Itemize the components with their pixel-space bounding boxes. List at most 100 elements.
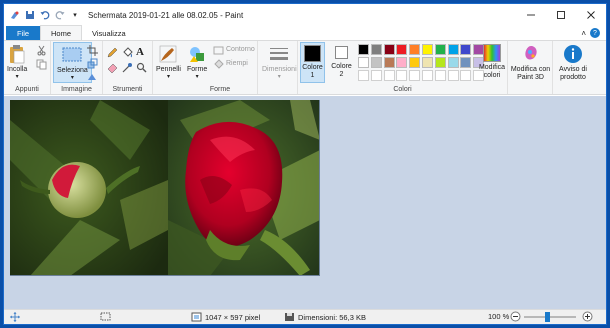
tab-view[interactable]: Visualizza [82,26,136,40]
palette-swatch[interactable] [396,44,408,55]
zoom-slider-thumb[interactable] [544,312,550,322]
color-spectrum-icon [483,44,501,62]
canvas-image[interactable] [10,100,320,276]
palette-swatch[interactable] [370,57,382,68]
size-button[interactable]: Dimensioni ▾ [262,44,297,80]
paint3d-icon [521,44,541,64]
help-icon[interactable]: ? [590,28,600,38]
shapes-group-label: Forme [209,86,231,93]
palette-swatch[interactable] [370,44,382,55]
tab-home[interactable]: Home [40,25,83,40]
window-title: Schermata 2019-01-21 alle 08.02.05 - Pai… [88,10,244,20]
custom-color-slot[interactable] [422,70,433,81]
color1-button[interactable]: Colore 1 [300,42,325,83]
edit-colors-button[interactable]: Modifica colori [478,44,506,80]
close-button[interactable] [576,4,606,26]
brushes-dropdown-icon: ▾ [166,74,170,80]
shapes-icon [187,44,207,64]
info-icon [563,44,583,64]
outline-label[interactable]: Contorno [226,46,255,53]
color1-swatch [304,45,321,62]
palette-swatch[interactable] [460,57,472,68]
custom-color-slot[interactable] [358,70,369,81]
save-icon[interactable] [25,10,35,20]
group-image: Seleziona ▾ Immagine [51,41,103,94]
palette-swatch[interactable] [358,44,369,55]
shapes-label: Forme [187,66,208,73]
colors-group-label: Colori [393,86,412,93]
title-bar: ▾ Schermata 2019-01-21 alle 08.02.05 - P… [4,4,606,26]
palette-swatch[interactable] [358,57,369,68]
custom-color-slot[interactable] [370,70,382,81]
brush-icon [158,44,178,64]
customize-toolbar-icon[interactable]: ▾ [70,10,80,20]
select-label: Seleziona [57,67,88,74]
palette-swatch[interactable] [396,57,408,68]
palette-swatch[interactable] [434,57,446,68]
brushes-button[interactable]: Pennelli ▾ [156,44,181,80]
product-alert-button[interactable]: Avviso di prodotto [554,44,592,82]
shapes-dropdown-icon: ▾ [195,74,199,80]
palette-swatch[interactable] [409,44,421,55]
palette-swatch[interactable] [422,44,433,55]
palette-swatch[interactable] [422,57,433,68]
text-tool-icon[interactable]: A [136,46,147,58]
color-picker-icon[interactable] [122,62,133,73]
shapes-button[interactable]: Forme ▾ [187,44,207,80]
paste-dropdown-icon: ▾ [15,74,19,80]
select-dropdown-icon: ▾ [70,75,74,81]
magnifier-icon[interactable] [136,62,147,73]
image-size-display: 1047 × 597 pixel [191,312,260,322]
custom-color-slot[interactable] [396,70,408,81]
ribbon: Incolla ▾ Appunti Seleziona ▾ Immagine A… [4,40,606,95]
custom-color-slot[interactable] [434,70,446,81]
ribbon-tabs: File Home Visualizza ˄ ? [4,25,606,40]
collapse-ribbon-icon[interactable]: ˄ [581,29,586,38]
selection-size-icon [100,312,111,322]
zoom-out-button[interactable] [510,311,521,322]
paint3d-label: Modifica con Paint 3D [510,66,551,81]
palette-swatch[interactable] [383,44,395,55]
image-size-text: 1047 × 597 pixel [205,312,261,322]
fill-label[interactable]: Riempi [226,60,248,67]
copy-icon[interactable] [36,59,47,70]
palette-swatch[interactable] [460,44,472,55]
crop-icon[interactable] [87,45,98,56]
status-bar: 1047 × 597 pixel Dimensioni: 56,3 KB 100… [4,309,606,324]
minimize-button[interactable] [516,4,546,26]
custom-color-slot[interactable] [409,70,421,81]
palette-swatch[interactable] [383,57,395,68]
cursor-position-icon [10,312,20,322]
redo-icon[interactable] [55,10,65,20]
outline-icon[interactable] [213,45,224,56]
palette-swatch[interactable] [434,44,446,55]
image-group-label: Immagine [61,86,92,93]
custom-color-slot[interactable] [383,70,395,81]
undo-icon[interactable] [40,10,50,20]
palette-swatch[interactable] [409,57,421,68]
rotate-icon[interactable] [87,71,98,82]
image-size-icon [191,312,202,322]
zoom-in-button[interactable] [582,311,593,322]
select-button[interactable]: Seleziona ▾ [53,42,92,83]
eraser-icon[interactable] [107,62,118,74]
group-shapes: Pennelli ▾ Forme ▾ Contorno Riempi Forme [153,41,258,94]
custom-color-slot[interactable] [447,70,459,81]
resize-icon[interactable] [87,58,98,69]
color2-button[interactable]: Colore 2 [329,44,354,79]
tab-file[interactable]: File [6,26,40,40]
paint3d-button[interactable]: Modifica con Paint 3D [510,44,551,82]
disk-icon [285,313,294,321]
pencil-icon[interactable] [107,47,118,58]
cut-icon[interactable] [36,45,47,56]
quick-access-toolbar: ▾ [4,10,80,20]
palette-swatch[interactable] [447,57,459,68]
fill-icon[interactable] [213,59,224,70]
fill-bucket-icon[interactable] [122,47,133,58]
zoom-slider-track[interactable] [524,312,576,322]
paste-button[interactable]: Incolla ▾ [7,44,27,80]
maximize-button[interactable] [546,4,576,26]
custom-color-slot[interactable] [460,70,472,81]
palette-swatch[interactable] [447,44,459,55]
group-paint3d: Modifica con Paint 3D [508,41,553,94]
